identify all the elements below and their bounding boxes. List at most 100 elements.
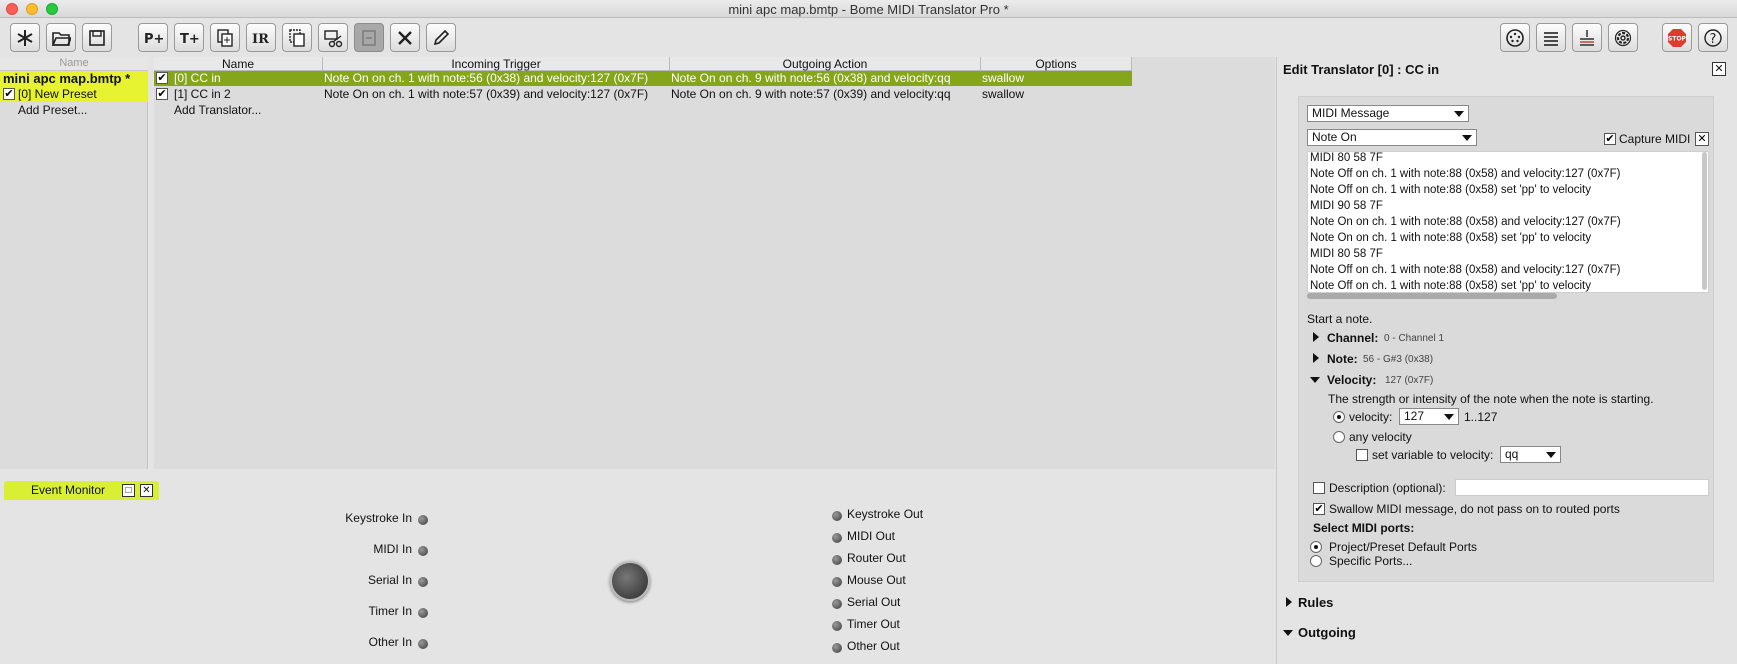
rules-section-label[interactable]: Rules — [1298, 595, 1333, 610]
description-input[interactable] — [1455, 479, 1709, 496]
set-variable-label: set variable to velocity: — [1372, 448, 1494, 462]
stop-button[interactable]: STOP — [1662, 23, 1692, 52]
velocity-label[interactable]: Velocity: — [1327, 373, 1376, 387]
channel-label[interactable]: Channel: — [1327, 331, 1378, 345]
cut-button[interactable] — [318, 23, 348, 52]
rename-button[interactable]: IR — [246, 23, 276, 52]
preset-label: [0] New Preset — [18, 87, 97, 101]
add-preset-link[interactable]: Add Preset... — [18, 103, 87, 117]
translator-outgoing: Note On on ch. 9 with note:57 (0x39) and… — [671, 87, 951, 101]
svg-text:T+: T+ — [180, 32, 199, 47]
paste-icon — [362, 29, 376, 46]
translator-enable-checkbox[interactable]: ✔ — [156, 72, 168, 84]
log-line: Note On on ch. 1 with note:88 (0x58) and… — [1310, 216, 1621, 228]
preset-column-header[interactable]: Name — [0, 57, 148, 71]
routing-icon — [1580, 29, 1594, 46]
asterisk-button[interactable] — [10, 23, 40, 52]
save-button[interactable] — [82, 23, 112, 52]
collapse-velocity-icon[interactable] — [1310, 377, 1320, 383]
settings-button[interactable] — [1608, 23, 1638, 52]
velocity-select[interactable]: 127 — [1399, 408, 1459, 425]
edit-button[interactable] — [426, 23, 456, 52]
message-type-select[interactable]: Note On — [1307, 129, 1477, 146]
log-line: Note Off on ch. 1 with note:88 (0x58) an… — [1310, 264, 1621, 276]
translator-options: swallow — [982, 87, 1025, 101]
other-out-label: Other Out — [847, 639, 900, 653]
note-value: 56 - G#3 (0x38) — [1363, 354, 1434, 365]
column-header-name[interactable]: Name — [154, 57, 323, 71]
help-button[interactable]: ? — [1698, 23, 1728, 52]
log-vertical-scrollbar[interactable] — [1702, 152, 1707, 290]
project-row[interactable]: mini apc map.bmtp * — [0, 71, 148, 87]
open-button[interactable] — [46, 23, 76, 52]
default-ports-radio[interactable] — [1310, 541, 1322, 553]
copy-button[interactable] — [282, 23, 312, 52]
clear-capture-icon[interactable]: ✕ — [1695, 132, 1709, 146]
delete-button[interactable] — [390, 23, 420, 52]
log-line: MIDI 80 58 7F — [1310, 248, 1383, 260]
keystroke-in-label: Keystroke In — [345, 511, 412, 525]
close-icon[interactable]: ✕ — [1712, 62, 1726, 76]
new-translator-icon: T+ — [180, 32, 199, 47]
trigger-type-select[interactable]: MIDI Message — [1307, 105, 1469, 122]
serial-out-led — [832, 599, 842, 609]
help-icon: ? — [1704, 28, 1722, 47]
midi-port-icon — [1506, 28, 1524, 47]
mouse-out-label: Mouse Out — [847, 573, 906, 587]
add-translator-link[interactable]: Add Translator... — [174, 103, 261, 117]
midi-port-icon — [610, 561, 650, 601]
note-label[interactable]: Note: — [1327, 352, 1358, 366]
column-header-incoming[interactable]: Incoming Trigger — [323, 57, 670, 71]
column-header-options[interactable]: Options — [981, 57, 1132, 71]
translator-row[interactable]: ✔ [1] CC in 2 Note On on ch. 1 with note… — [154, 87, 1132, 102]
log-line: Note Off on ch. 1 with note:88 (0x58) an… — [1310, 168, 1621, 180]
other-in-led — [418, 639, 428, 649]
velocity-radio[interactable] — [1333, 411, 1345, 423]
translator-incoming: Note On on ch. 1 with note:57 (0x39) and… — [324, 87, 649, 101]
log-horizontal-scrollbar[interactable] — [1307, 293, 1557, 299]
new-preset-button[interactable]: P+ — [138, 23, 168, 52]
expand-note-icon[interactable] — [1313, 353, 1319, 363]
expand-rules-icon[interactable] — [1286, 597, 1292, 607]
chevron-down-icon — [1462, 135, 1472, 141]
translator-row[interactable]: ✔ [0] CC in Note On on ch. 1 with note:5… — [154, 71, 1132, 86]
variable-select[interactable]: qq — [1500, 446, 1561, 463]
other-out-led — [832, 643, 842, 653]
cut-icon — [324, 29, 343, 47]
maximize-icon[interactable]: □ — [122, 484, 135, 497]
velocity-range: 1..127 — [1464, 410, 1498, 424]
swallow-checkbox[interactable]: ✔ — [1313, 503, 1325, 515]
list-button[interactable] — [1536, 23, 1566, 52]
routing-button[interactable] — [1572, 23, 1602, 52]
trigger-type-value: MIDI Message — [1312, 106, 1390, 120]
message-type-value: Note On — [1312, 130, 1357, 144]
description-checkbox[interactable] — [1313, 482, 1325, 494]
preset-enable-checkbox[interactable]: ✔ — [3, 88, 15, 100]
collapse-outgoing-icon[interactable] — [1283, 630, 1293, 636]
velocity-value: 127 (0x7F) — [1385, 375, 1434, 386]
specific-ports-radio[interactable] — [1310, 555, 1322, 567]
preset-row[interactable]: ✔ [0] New Preset — [0, 87, 148, 102]
edit-icon — [433, 29, 450, 45]
chevron-down-icon — [1444, 414, 1454, 420]
duplicate-button[interactable] — [210, 23, 240, 52]
timer-in-label: Timer In — [368, 604, 412, 618]
translator-enable-checkbox[interactable]: ✔ — [156, 88, 168, 100]
outgoing-section-label[interactable]: Outgoing — [1298, 625, 1356, 640]
variable-select-value: qq — [1505, 447, 1519, 461]
router-out-label: Router Out — [847, 551, 906, 565]
expand-channel-icon[interactable] — [1313, 332, 1319, 342]
copy-icon — [289, 28, 305, 47]
new-translator-button[interactable]: T+ — [174, 23, 204, 52]
set-variable-checkbox[interactable] — [1356, 449, 1368, 461]
close-icon[interactable]: ✕ — [140, 484, 153, 497]
any-velocity-radio[interactable] — [1333, 431, 1345, 443]
capture-log[interactable]: MIDI 80 58 7F Note Off on ch. 1 with not… — [1307, 151, 1709, 293]
channel-value: 0 - Channel 1 — [1384, 333, 1445, 344]
capture-midi-checkbox[interactable]: ✔ — [1604, 133, 1616, 145]
midi-ports-button[interactable] — [1500, 23, 1530, 52]
event-monitor-tab[interactable]: Event Monitor □ ✕ — [4, 481, 159, 500]
paste-button[interactable] — [354, 23, 384, 52]
column-header-outgoing[interactable]: Outgoing Action — [670, 57, 981, 71]
serial-in-label: Serial In — [367, 573, 412, 587]
